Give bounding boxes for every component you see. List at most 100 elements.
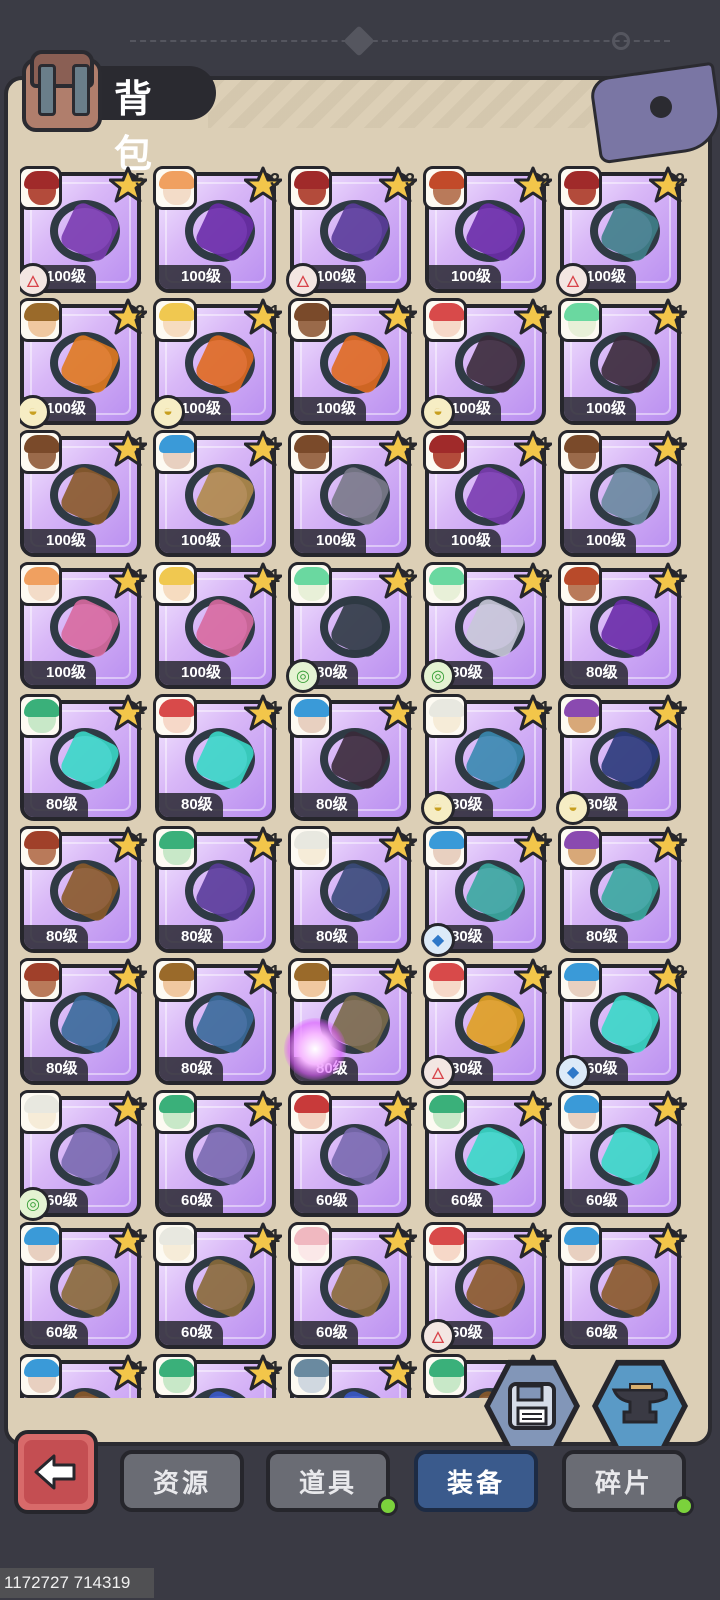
star-rank-icon: 1 bbox=[513, 298, 553, 336]
star-count: 1 bbox=[134, 830, 145, 850]
equipment-card[interactable]: 1 60级 bbox=[288, 1090, 418, 1217]
hero-portrait-icon bbox=[288, 1354, 332, 1398]
equipment-card[interactable]: 1 80级 ◆ bbox=[421, 826, 553, 957]
save-button[interactable] bbox=[484, 1358, 580, 1454]
star-rank-icon: 1 bbox=[648, 562, 688, 600]
equipment-card[interactable]: 1 60级 bbox=[20, 1222, 148, 1349]
equipment-card[interactable]: 1 80级 bbox=[153, 694, 283, 821]
hero-portrait-icon bbox=[423, 1222, 467, 1266]
tab-fragments[interactable]: 碎片 bbox=[562, 1450, 686, 1512]
equipment-card[interactable]: 1 100级 bbox=[288, 298, 418, 425]
equipment-card[interactable]: 1 100级 bbox=[153, 430, 283, 557]
hero-portrait-icon bbox=[20, 1354, 62, 1398]
hero-portrait-icon bbox=[288, 298, 332, 342]
item-level: 60级 bbox=[24, 1321, 88, 1345]
star-count: 1 bbox=[674, 566, 685, 586]
nature-element-icon: ◎ bbox=[421, 659, 455, 693]
tab-equipment[interactable]: 装备 bbox=[414, 1450, 538, 1512]
item-level: 100级 bbox=[564, 529, 637, 553]
equipment-card[interactable]: 2 100级 ◒ bbox=[20, 298, 148, 429]
equipment-card[interactable]: 1 80级 bbox=[20, 958, 148, 1085]
star-count: 1 bbox=[269, 1358, 280, 1378]
equipment-card[interactable]: 1 80级 ◒ bbox=[556, 694, 688, 825]
hero-portrait-icon bbox=[20, 826, 62, 870]
equipment-card[interactable]: 1 100级 ◒ bbox=[151, 298, 283, 429]
equipment-card[interactable]: 1 80级 bbox=[20, 826, 148, 953]
star-count: 1 bbox=[269, 1094, 280, 1114]
star-count: 1 bbox=[539, 1094, 550, 1114]
item-level: 60级 bbox=[294, 1189, 358, 1213]
equipment-card[interactable]: 1 60级 bbox=[288, 1222, 418, 1349]
equipment-card[interactable]: 1 100级 ◒ bbox=[421, 298, 553, 429]
equipment-card[interactable]: 1 100级 bbox=[153, 562, 283, 689]
equipment-card[interactable]: 1 bbox=[20, 1354, 148, 1398]
equipment-card[interactable]: 1 60级 bbox=[558, 1222, 688, 1349]
equipment-card[interactable]: 1 bbox=[288, 1354, 418, 1398]
equipment-card[interactable]: 1 100级 bbox=[20, 562, 148, 689]
tab-props[interactable]: 道具 bbox=[266, 1450, 390, 1512]
equipment-card[interactable]: 1 80级 bbox=[288, 694, 418, 821]
item-level: 60级 bbox=[564, 1321, 628, 1345]
star-count: 1 bbox=[539, 434, 550, 454]
equipment-card[interactable]: 2 80级 ◎ bbox=[421, 562, 553, 693]
equipment-card[interactable]: 1 80级 bbox=[20, 694, 148, 821]
equipment-card[interactable]: 1 60级 bbox=[423, 1090, 553, 1217]
equipment-card[interactable]: 3 80级 ◎ bbox=[286, 562, 418, 693]
equipment-card[interactable]: 5 100级 🜂 bbox=[20, 166, 148, 297]
decor-star-icon bbox=[343, 25, 375, 57]
fire-element-icon: 🜂 bbox=[556, 263, 590, 297]
star-count: 1 bbox=[134, 1094, 145, 1114]
hero-portrait-icon bbox=[423, 298, 467, 342]
equipment-card[interactable]: 2 60级 ◆ bbox=[556, 958, 688, 1089]
earth-element-icon: ◒ bbox=[556, 791, 590, 825]
item-level: 80级 bbox=[24, 925, 88, 949]
hero-portrait-icon bbox=[288, 430, 332, 474]
equipment-card[interactable]: 1 60级 ◎ bbox=[20, 1090, 148, 1221]
item-level: 60级 bbox=[564, 1189, 628, 1213]
earth-element-icon: ◒ bbox=[421, 395, 455, 429]
equipment-card[interactable]: 1 80级 🜂 bbox=[421, 958, 553, 1089]
star-rank-icon: 2 bbox=[648, 166, 688, 204]
equipment-card[interactable]: 1 100级 bbox=[558, 430, 688, 557]
equipment-card[interactable]: 1 60级 bbox=[153, 1090, 283, 1217]
equipment-card[interactable]: 1 80级 bbox=[558, 826, 688, 953]
equipment-card[interactable]: 1 80级 bbox=[558, 562, 688, 689]
star-count: 1 bbox=[134, 962, 145, 982]
star-rank-icon: 1 bbox=[108, 1090, 148, 1128]
equipment-card[interactable]: 1 100级 bbox=[423, 430, 553, 557]
hero-portrait-icon bbox=[423, 1090, 467, 1134]
star-rank-icon: 1 bbox=[108, 430, 148, 468]
star-count: 2 bbox=[674, 170, 685, 190]
back-button[interactable] bbox=[14, 1430, 98, 1514]
star-count: 2 bbox=[134, 302, 145, 322]
equipment-card[interactable]: 1 bbox=[153, 1354, 283, 1398]
hero-portrait-icon bbox=[153, 430, 197, 474]
equipment-card[interactable]: 1 80级 bbox=[288, 826, 418, 953]
equipment-card[interactable]: 3 100级 🜂 bbox=[286, 166, 418, 297]
item-level: 80级 bbox=[564, 661, 628, 685]
hero-portrait-icon bbox=[20, 694, 62, 738]
equipment-card[interactable]: 1 60级 🜂 bbox=[421, 1222, 553, 1353]
equipment-card[interactable]: 1 60级 bbox=[153, 1222, 283, 1349]
star-count: 1 bbox=[134, 1226, 145, 1246]
decor-circle-icon bbox=[612, 32, 630, 50]
equipment-card[interactable]: 1 80级 ◒ bbox=[421, 694, 553, 825]
item-level: 100级 bbox=[159, 265, 232, 289]
forge-button[interactable] bbox=[592, 1358, 688, 1454]
star-rank-icon: 2 bbox=[648, 958, 688, 996]
equipment-card[interactable]: 1 80级 bbox=[153, 826, 283, 953]
equipment-card[interactable]: 3 100级 bbox=[153, 166, 283, 293]
item-level: 100级 bbox=[159, 661, 232, 685]
star-rank-icon: 3 bbox=[378, 166, 418, 204]
nature-element-icon: ◎ bbox=[286, 659, 320, 693]
equipment-card[interactable]: 1 100级 bbox=[288, 430, 418, 557]
tab-resources[interactable]: 资源 bbox=[120, 1450, 244, 1512]
equipment-card[interactable]: 1 100级 bbox=[20, 430, 148, 557]
equipment-card[interactable]: 2 100级 bbox=[423, 166, 553, 293]
equipment-card[interactable]: 1 60级 bbox=[558, 1090, 688, 1217]
star-count: 1 bbox=[269, 962, 280, 982]
equipment-card[interactable]: 1 80级 bbox=[153, 958, 283, 1085]
equipment-card[interactable]: 1 100级 bbox=[558, 298, 688, 425]
star-rank-icon: 1 bbox=[378, 958, 418, 996]
equipment-card[interactable]: 2 100级 🜂 bbox=[556, 166, 688, 297]
